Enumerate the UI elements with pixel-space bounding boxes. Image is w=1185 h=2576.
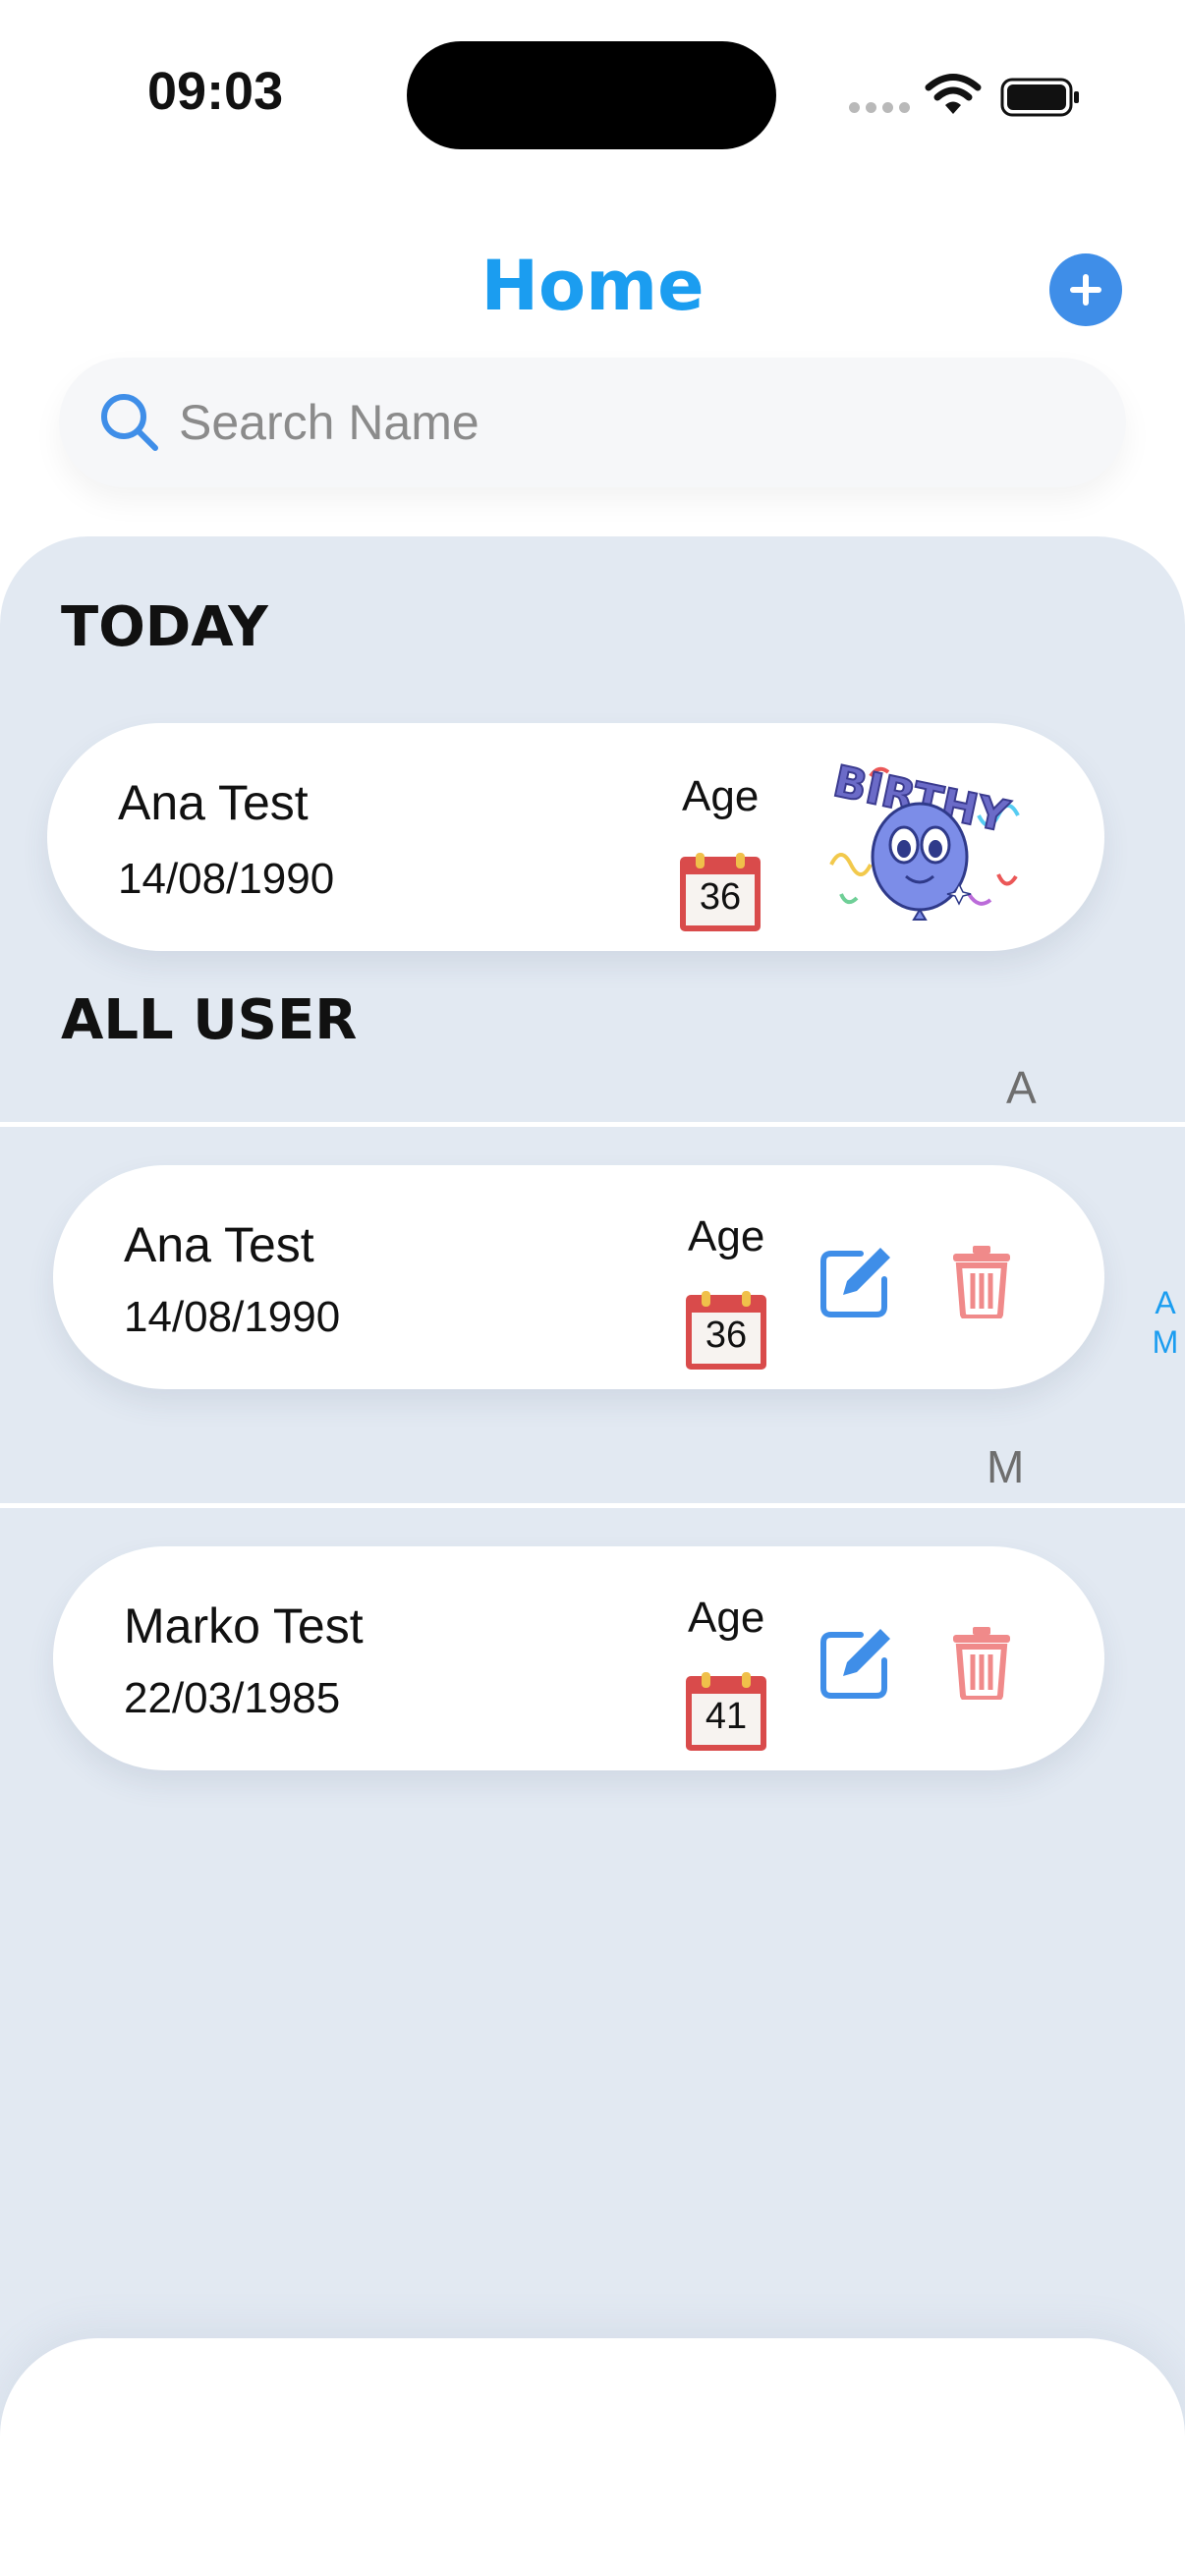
- dynamic-island: [407, 41, 776, 149]
- edit-icon[interactable]: [818, 1625, 894, 1702]
- search-icon: [101, 394, 158, 451]
- section-title-all-users: ALL USER: [61, 988, 358, 1052]
- age-label: Age: [688, 1212, 765, 1260]
- alphabet-index-bar[interactable]: A M: [1146, 1283, 1185, 1362]
- birthday-balloon-image: BIRTHY: [828, 756, 1020, 921]
- group-divider: [0, 1503, 1185, 1508]
- user-card[interactable]: Marko Test 22/03/1985 Age 41: [53, 1546, 1104, 1770]
- user-birthdate: 14/08/1990: [124, 1293, 341, 1341]
- edit-icon[interactable]: [818, 1244, 894, 1320]
- delete-icon[interactable]: [949, 1244, 1014, 1318]
- index-letter-m[interactable]: M: [1146, 1322, 1185, 1362]
- group-divider: [0, 1122, 1185, 1127]
- section-title-today: TODAY: [61, 595, 268, 659]
- user-card[interactable]: Ana Test 14/08/1990 Age 36: [53, 1165, 1104, 1389]
- page-title: Home: [480, 246, 705, 326]
- age-label: Age: [682, 772, 760, 820]
- today-user-card[interactable]: Ana Test 14/08/1990 Age 36 BIRTHY: [47, 723, 1104, 951]
- status-time: 09:03: [147, 62, 284, 121]
- user-birthdate: 22/03/1985: [124, 1674, 341, 1722]
- calendar-icon: 36: [680, 853, 761, 931]
- bottom-tab-bar: [0, 2338, 1185, 2576]
- group-letter-a: A: [1006, 1062, 1037, 1113]
- user-name: Marko Test: [124, 1598, 364, 1653]
- age-label: Age: [688, 1594, 765, 1642]
- user-name: Ana Test: [124, 1217, 314, 1272]
- add-user-button[interactable]: [1049, 253, 1122, 326]
- battery-icon: [1000, 78, 1079, 117]
- search-input[interactable]: [179, 387, 1063, 458]
- age-value: 36: [699, 876, 742, 918]
- index-letter-a[interactable]: A: [1146, 1283, 1185, 1322]
- search-bar[interactable]: [59, 358, 1126, 487]
- calendar-icon: 36: [686, 1291, 766, 1370]
- calendar-icon: 41: [686, 1672, 766, 1751]
- age-value: 41: [705, 1696, 748, 1737]
- user-birthdate: 14/08/1990: [118, 855, 335, 903]
- group-letter-m: M: [987, 1441, 1025, 1492]
- wifi-icon: [925, 74, 982, 114]
- cellular-signal-icon: [849, 102, 910, 113]
- user-name: Ana Test: [118, 775, 309, 830]
- plus-icon: [1070, 274, 1101, 306]
- age-value: 36: [705, 1315, 748, 1356]
- delete-icon[interactable]: [949, 1625, 1014, 1700]
